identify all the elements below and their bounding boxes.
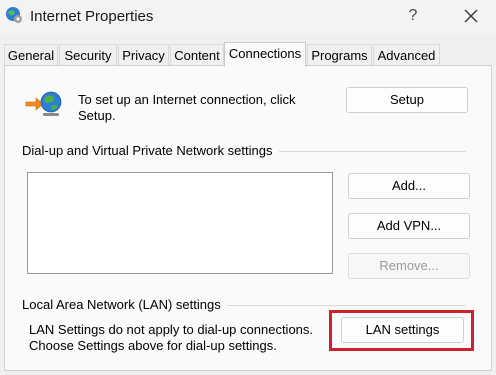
tab-advanced[interactable]: Advanced [373,44,440,66]
lan-settings-button[interactable]: LAN settings [341,317,464,343]
tab-general[interactable]: General [4,44,58,66]
window-title: Internet Properties [30,8,154,25]
lan-text-line2: Choose Settings above for dial-up settin… [29,338,277,353]
tab-programs[interactable]: Programs [307,44,372,66]
tab-content[interactable]: Content [170,44,224,66]
setup-text-line1: To set up an Internet connection, click [78,92,296,107]
add-button[interactable]: Add... [348,173,470,199]
lan-section-label: Local Area Network (LAN) settings [22,297,227,312]
title-bar: Internet Properties ? [0,0,496,34]
setup-button[interactable]: Setup [346,87,468,113]
tab-connections[interactable]: Connections [224,42,306,67]
lan-text-line1: LAN Settings do not apply to dial-up con… [29,322,314,337]
setup-text-line2: Setup. [78,108,116,123]
tab-privacy[interactable]: Privacy [118,44,169,66]
internet-connection-icon [25,91,62,116]
vpn-section-label: Dial-up and Virtual Private Network sett… [22,143,279,158]
tab-security[interactable]: Security [59,44,117,66]
add-vpn-button[interactable]: Add VPN... [348,213,470,239]
close-icon[interactable] [461,6,481,26]
help-button[interactable]: ? [404,5,422,27]
connections-list[interactable] [27,172,333,274]
remove-button[interactable]: Remove... [348,253,470,279]
globe-gear-icon [6,7,22,23]
setup-description: To set up an Internet connection, click … [78,92,328,124]
lan-description: LAN Settings do not apply to dial-up con… [29,322,313,354]
